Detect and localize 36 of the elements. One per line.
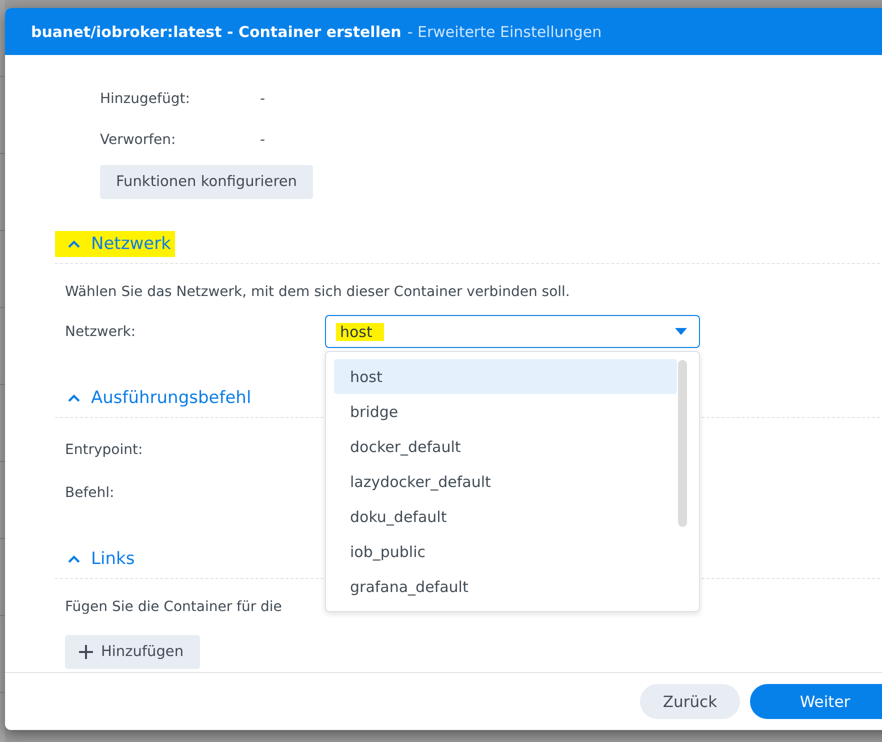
chevron-up-icon[interactable] <box>67 393 81 403</box>
dropdown-option[interactable]: iob_public <box>334 534 677 569</box>
scrollbar-thumb[interactable] <box>678 360 687 527</box>
section-title: Links <box>91 549 136 569</box>
dropdown-option[interactable]: host <box>334 359 677 394</box>
dialog-subtitle: - Erweiterte Einstellungen <box>407 22 602 40</box>
field-label: Verworfen: <box>100 132 177 148</box>
chevron-up-icon[interactable] <box>67 554 81 564</box>
section-title: Ausführungsbefehl <box>91 388 252 408</box>
field-label: Entrypoint: <box>65 442 144 458</box>
section-description: Fügen Sie die Container für die <box>65 598 283 617</box>
configure-button[interactable]: Funktionen konfigurieren <box>100 165 313 199</box>
dropdown-option[interactable]: bridge <box>334 394 677 429</box>
network-select[interactable]: host <box>325 315 700 348</box>
section-description: Wählen Sie das Netzwerk, mit dem sich dieser Container verbinden soll. <box>65 283 571 302</box>
back-button[interactable]: Zurück <box>640 684 740 719</box>
caret-icon <box>675 328 687 335</box>
field-value: - <box>260 90 266 106</box>
field-label: Befehl: <box>65 484 116 500</box>
field-value: - <box>260 132 266 148</box>
dropdown-option[interactable]: lazydocker_default <box>334 464 677 499</box>
dropdown-option[interactable]: docker_default <box>334 429 677 464</box>
dialog-title: buanet/iobroker:latest - Container erstellen <box>31 22 402 40</box>
dropdown-option[interactable]: doku_default <box>334 499 677 534</box>
section-header[interactable]: Netzwerk <box>55 231 175 257</box>
field-label: Hinzugefügt: <box>100 90 191 106</box>
select-value: host <box>336 322 384 340</box>
dropdown-option[interactable]: grafana_default <box>334 569 677 604</box>
section-title: Netzwerk <box>91 234 172 254</box>
field-label: Netzwerk: <box>65 324 137 340</box>
add-button[interactable]: Hinzufügen <box>65 635 200 669</box>
next-button[interactable]: Weiter <box>750 684 882 719</box>
plus-icon <box>79 645 93 659</box>
section-header[interactable]: Ausführungsbefehl <box>55 385 256 411</box>
section-header[interactable]: Links <box>55 546 139 572</box>
chevron-up-icon[interactable] <box>67 239 81 249</box>
